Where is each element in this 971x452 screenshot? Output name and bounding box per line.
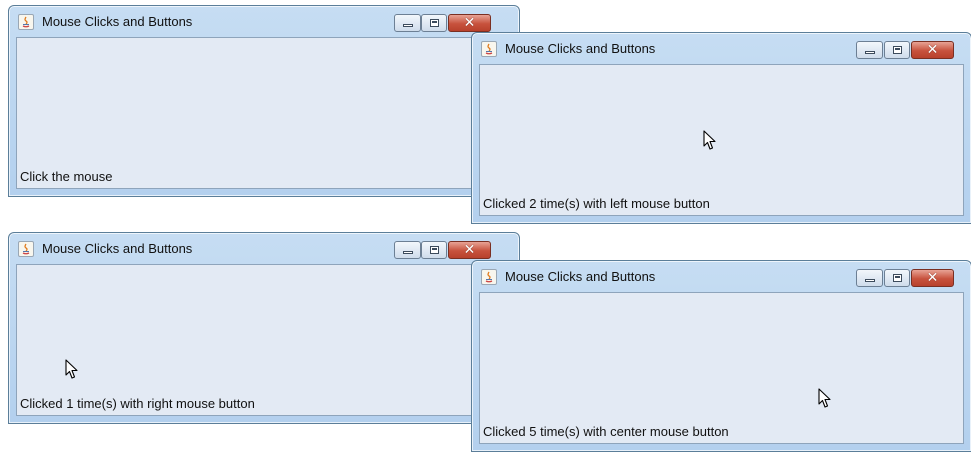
- minimize-button[interactable]: [394, 14, 421, 32]
- maximize-button[interactable]: [884, 41, 910, 59]
- minimize-button[interactable]: [394, 241, 421, 259]
- window-title: Mouse Clicks and Buttons: [42, 241, 193, 256]
- window-4: Mouse Clicks and Buttons ✕ Clicked 5 tim…: [471, 260, 971, 452]
- minimize-button[interactable]: [856, 41, 883, 59]
- mouse-pointer-icon: [703, 130, 716, 150]
- window-1: Mouse Clicks and Buttons ✕ Click the mou…: [8, 5, 520, 197]
- java-icon[interactable]: [18, 14, 34, 30]
- window-3: Mouse Clicks and Buttons ✕ Clicked 1 tim…: [8, 232, 520, 424]
- close-icon: ✕: [926, 41, 939, 57]
- title-bar[interactable]: Mouse Clicks and Buttons ✕: [472, 33, 971, 63]
- maximize-icon: [893, 274, 902, 282]
- window-title: Mouse Clicks and Buttons: [505, 269, 656, 284]
- close-button[interactable]: ✕: [911, 41, 954, 59]
- maximize-icon: [430, 246, 439, 254]
- window-title: Mouse Clicks and Buttons: [505, 41, 656, 56]
- status-label: Clicked 2 time(s) with left mouse button: [483, 196, 710, 211]
- mouse-pointer-icon: [818, 388, 831, 408]
- title-bar[interactable]: Mouse Clicks and Buttons ✕: [472, 261, 971, 291]
- close-icon: ✕: [463, 241, 476, 257]
- maximize-icon: [430, 19, 439, 27]
- status-label: Clicked 5 time(s) with center mouse butt…: [483, 424, 729, 439]
- title-bar[interactable]: Mouse Clicks and Buttons ✕: [9, 6, 519, 36]
- maximize-button[interactable]: [421, 14, 447, 32]
- minimize-button[interactable]: [856, 269, 883, 287]
- mouse-pointer-icon: [65, 359, 78, 379]
- status-label: Clicked 1 time(s) with right mouse butto…: [20, 396, 255, 411]
- content-area[interactable]: Clicked 2 time(s) with left mouse button: [479, 64, 964, 216]
- java-icon[interactable]: [481, 41, 497, 57]
- close-icon: ✕: [926, 269, 939, 285]
- minimize-icon: [865, 51, 875, 54]
- window-2: Mouse Clicks and Buttons ✕ Clicked 2 tim…: [471, 32, 971, 224]
- content-area[interactable]: Clicked 1 time(s) with right mouse butto…: [16, 264, 512, 416]
- maximize-icon: [893, 46, 902, 54]
- status-label: Click the mouse: [20, 169, 113, 184]
- content-area[interactable]: Click the mouse: [16, 37, 512, 189]
- java-icon[interactable]: [18, 241, 34, 257]
- maximize-button[interactable]: [421, 241, 447, 259]
- minimize-icon: [403, 24, 413, 27]
- title-bar[interactable]: Mouse Clicks and Buttons ✕: [9, 233, 519, 263]
- content-area[interactable]: Clicked 5 time(s) with center mouse butt…: [479, 292, 964, 444]
- maximize-button[interactable]: [884, 269, 910, 287]
- minimize-icon: [865, 279, 875, 282]
- close-button[interactable]: ✕: [911, 269, 954, 287]
- minimize-icon: [403, 251, 413, 254]
- window-title: Mouse Clicks and Buttons: [42, 14, 193, 29]
- java-icon[interactable]: [481, 269, 497, 285]
- close-icon: ✕: [463, 14, 476, 30]
- close-button[interactable]: ✕: [448, 241, 491, 259]
- close-button[interactable]: ✕: [448, 14, 491, 32]
